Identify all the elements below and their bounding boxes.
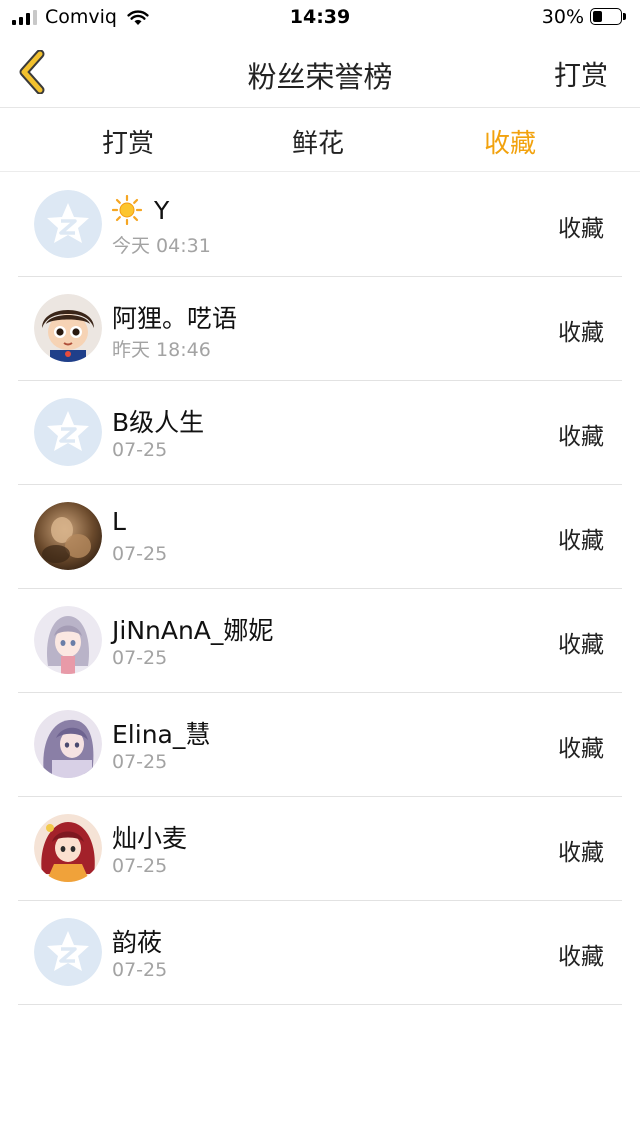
fan-time: 今天 04:31 — [112, 235, 211, 257]
fan-name: 灿小麦 — [112, 819, 187, 855]
fan-time: 07-25 — [112, 959, 168, 981]
cartoon-boy-avatar[interactable] — [34, 294, 102, 362]
tab-favorites[interactable]: 收藏 — [440, 123, 580, 160]
fan-name-text: L — [112, 507, 126, 536]
list-item[interactable]: 韵莜 07-25 收藏 — [18, 901, 622, 1005]
fan-name: 阿狸。呓语 — [112, 299, 237, 335]
page-title: 粉丝荣誉榜 — [247, 60, 393, 94]
battery-icon — [590, 7, 628, 27]
list-item[interactable]: JiNnAnA_娜妮 07-25 收藏 — [18, 589, 622, 693]
fan-name: JiNnAnA_娜妮 — [112, 611, 273, 647]
fan-name-text: JiNnAnA_娜妮 — [112, 616, 274, 645]
list-item[interactable]: Elina_慧 07-25 收藏 — [18, 693, 622, 797]
default-avatar-icon[interactable] — [34, 190, 102, 258]
fan-name: B级人生 — [112, 403, 204, 439]
tab-bar: 打赏 鲜花 收藏 — [0, 108, 640, 172]
action-label: 收藏 — [558, 736, 604, 762]
fan-name-text: Y — [154, 195, 170, 225]
nav-bar: 粉丝荣誉榜 打赏 — [0, 36, 640, 108]
fan-name-text: 韵莜 — [112, 928, 163, 957]
action-label: 收藏 — [558, 632, 604, 658]
status-bar: Comviq 14:39 30% — [0, 0, 640, 36]
fan-time: 07-25 — [112, 439, 168, 461]
action-label: 收藏 — [558, 320, 604, 346]
list-item[interactable]: B级人生 07-25 收藏 — [18, 381, 622, 485]
fan-name-text: B级人生 — [112, 408, 205, 437]
anime-avatar[interactable] — [34, 814, 102, 882]
action-label: 收藏 — [558, 424, 604, 450]
fan-name-text: 灿小麦 — [112, 824, 188, 853]
battery-percent: 30% — [541, 6, 584, 28]
list-item[interactable]: 灿小麦 07-25 收藏 — [18, 797, 622, 901]
sun-icon — [112, 195, 142, 225]
fan-time: 昨天 18:46 — [112, 339, 211, 361]
anime-avatar[interactable] — [34, 710, 102, 778]
list-item[interactable]: Y 今天 04:31 收藏 — [18, 173, 622, 277]
fan-time: 07-25 — [112, 751, 168, 773]
default-avatar-icon[interactable] — [34, 918, 102, 986]
status-right: 30% — [542, 6, 628, 28]
fan-name: Elina_慧 — [112, 715, 210, 751]
fan-list: Y 今天 04:31 收藏 阿狸。呓语 昨天 18:46 收藏 B级人生 07-… — [0, 173, 640, 1005]
list-item[interactable]: L 07-25 收藏 — [18, 485, 622, 589]
anime-avatar[interactable] — [34, 606, 102, 674]
tab-flowers[interactable]: 鲜花 — [248, 123, 388, 160]
action-label: 收藏 — [558, 944, 604, 970]
fan-name: Y — [112, 195, 169, 225]
fan-name: 韵莜 — [112, 923, 162, 959]
list-item[interactable]: 阿狸。呓语 昨天 18:46 收藏 — [18, 277, 622, 381]
photo-avatar[interactable] — [34, 502, 102, 570]
fan-time: 07-25 — [112, 647, 168, 669]
fan-name-text: 阿狸。呓语 — [112, 304, 238, 333]
default-avatar-icon[interactable] — [34, 398, 102, 466]
fan-time: 07-25 — [112, 855, 168, 877]
reward-button[interactable]: 打赏 — [554, 54, 608, 93]
fan-name-text: Elina_慧 — [112, 720, 211, 749]
action-label: 收藏 — [558, 528, 604, 554]
action-label: 收藏 — [558, 840, 604, 866]
fan-name: L — [112, 507, 126, 536]
action-label: 收藏 — [558, 216, 604, 242]
fan-time: 07-25 — [112, 543, 168, 565]
tab-reward[interactable]: 打赏 — [58, 123, 198, 160]
